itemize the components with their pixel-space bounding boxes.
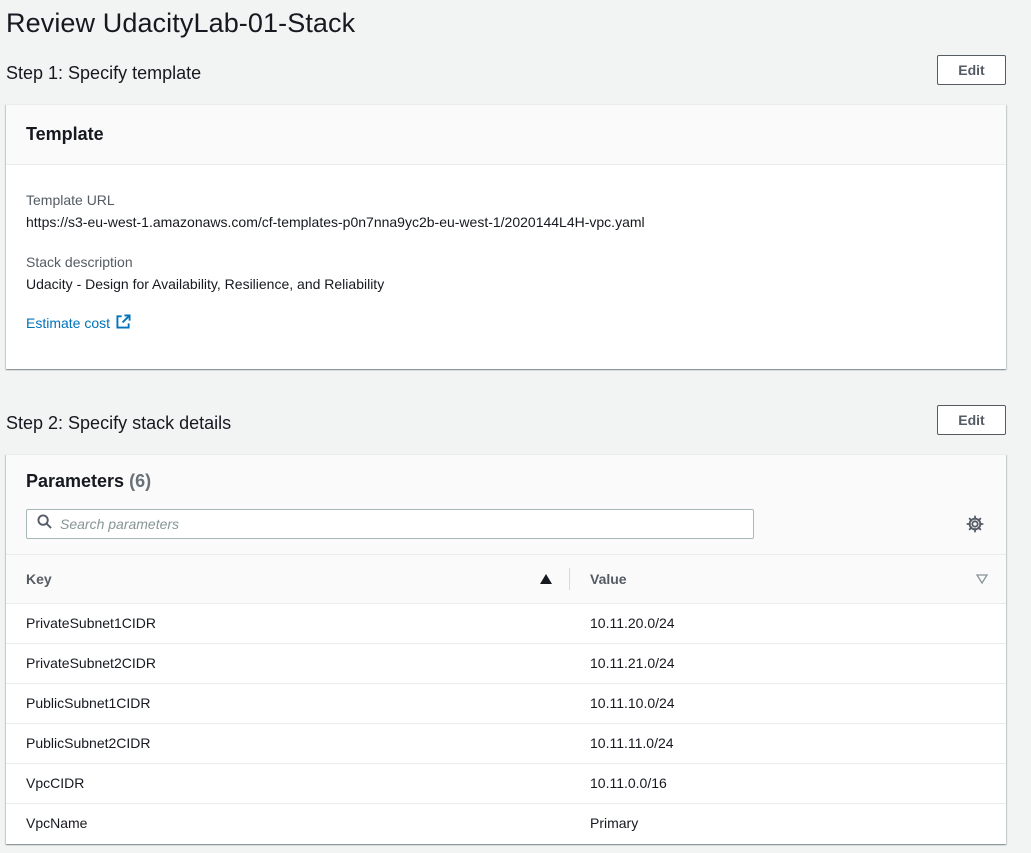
table-row: PrivateSubnet2CIDR 10.11.21.0/24 — [6, 643, 1006, 684]
template-url-value: https://s3-eu-west-1.amazonaws.com/cf-te… — [26, 214, 645, 230]
parameter-value: 10.11.11.0/24 — [570, 723, 1006, 764]
parameters-count: (6) — [129, 471, 152, 491]
parameter-key: PrivateSubnet2CIDR — [6, 643, 570, 684]
parameter-value: 10.11.21.0/24 — [570, 643, 1006, 684]
stack-description-label: Stack description — [26, 254, 133, 270]
page-title: Review UdacityLab-01-Stack — [6, 8, 356, 38]
parameter-value: 10.11.10.0/24 — [570, 683, 1006, 724]
stack-description-field: Stack description Udacity - Design for A… — [26, 230, 986, 292]
parameters-table: Key Value PrivateSubnet1CIDR 10.11.20.0/… — [6, 555, 1006, 843]
table-row: PrivateSubnet1CIDR 10.11.20.0/24 — [6, 603, 1006, 644]
table-row: VpcName Primary — [6, 803, 1006, 843]
gear-icon[interactable] — [964, 513, 986, 535]
template-url-label: Template URL — [26, 192, 115, 208]
parameters-card: Parameters (6) K — [6, 454, 1006, 844]
template-card-title: Template — [26, 124, 104, 144]
parameter-key: PublicSubnet1CIDR — [6, 683, 570, 724]
parameters-title: Parameters (6) — [26, 471, 986, 492]
parameter-value: 10.11.20.0/24 — [570, 603, 1006, 644]
parameter-value: Primary — [590, 815, 639, 832]
parameter-key: PublicSubnet2CIDR — [6, 723, 570, 764]
step-2-edit-button[interactable]: Edit — [937, 405, 1006, 435]
column-value-label: Value — [590, 570, 627, 587]
parameters-header: Parameters (6) — [6, 455, 1006, 555]
stack-description-value: Udacity - Design for Availability, Resil… — [26, 276, 385, 292]
estimate-cost-link[interactable]: Estimate cost — [26, 314, 131, 332]
parameter-key: VpcCIDR — [6, 763, 570, 804]
parameter-key: VpcName — [26, 815, 88, 832]
sort-descending-icon — [975, 571, 989, 587]
column-key-label: Key — [26, 570, 52, 587]
step-1-edit-button[interactable]: Edit — [937, 55, 1006, 85]
table-row: VpcCIDR 10.11.0.0/16 — [6, 763, 1006, 804]
search-parameters-input[interactable] — [60, 511, 753, 537]
template-card-header: Template — [6, 105, 1006, 165]
estimate-cost-label: Estimate cost — [26, 315, 111, 331]
parameter-value: 10.11.0.0/16 — [570, 763, 1006, 804]
step-2-title: Step 2: Specify stack details — [6, 413, 232, 433]
search-icon — [37, 514, 52, 534]
external-link-icon — [116, 314, 131, 332]
table-header-row: Key Value — [6, 555, 1006, 604]
template-card: Template Template URL https://s3-eu-west… — [6, 104, 1006, 369]
parameters-title-text: Parameters — [26, 471, 125, 491]
template-card-body: Template URL https://s3-eu-west-1.amazon… — [6, 165, 1006, 333]
search-box — [26, 509, 754, 539]
template-url-field: Template URL https://s3-eu-west-1.amazon… — [26, 165, 986, 230]
table-row: PublicSubnet2CIDR 10.11.11.0/24 — [6, 723, 1006, 764]
step-1-title: Step 1: Specify template — [6, 63, 202, 83]
table-row: PublicSubnet1CIDR 10.11.10.0/24 — [6, 683, 1006, 724]
sort-ascending-icon — [540, 571, 552, 587]
parameter-key: PrivateSubnet1CIDR — [6, 603, 570, 644]
column-header-key[interactable]: Key — [6, 555, 570, 604]
column-header-value[interactable]: Value — [570, 555, 1006, 604]
